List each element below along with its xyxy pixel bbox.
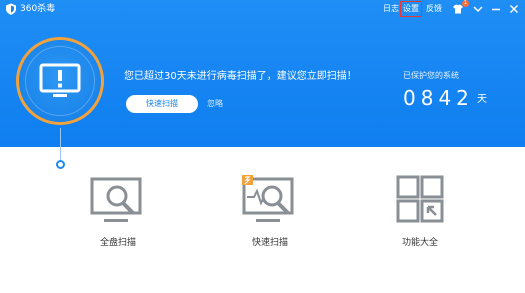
log-link[interactable]: 日志: [383, 3, 399, 15]
app-title: 360杀毒: [20, 4, 56, 14]
timeline-dot: [56, 160, 65, 169]
full-scan-tool[interactable]: 全盘扫描: [73, 175, 163, 255]
status-circle: [16, 37, 104, 125]
feedback-link[interactable]: 反馈: [426, 3, 442, 15]
quick-scan-icon: [242, 175, 294, 222]
full-scan-label: 全盘扫描: [99, 238, 136, 248]
shield-logo-icon: [6, 3, 16, 15]
protected-days-unit: 天: [477, 94, 487, 105]
header-banner: 360杀毒 日志 设置 反馈 1 您已超过30天未进行病毒扫描了，建议您立即扫描…: [0, 0, 525, 147]
dropdown-icon[interactable]: [472, 3, 484, 15]
minimize-icon[interactable]: [490, 3, 502, 15]
settings-link[interactable]: 设置: [400, 1, 422, 17]
notification-badge: 1: [462, 0, 469, 7]
quick-scan-button[interactable]: 快速扫描: [126, 95, 198, 113]
ignore-link[interactable]: 忽略: [207, 98, 223, 110]
quick-scan-tool[interactable]: 快速扫描: [225, 175, 315, 255]
full-scan-icon: [90, 177, 142, 222]
protected-label: 已保护您的系统: [403, 71, 459, 80]
all-functions-tool[interactable]: 功能大全: [375, 175, 465, 255]
all-functions-icon: [396, 175, 444, 223]
scan-warning-text: 您已超过30天未进行病毒扫描了，建议您立即扫描！: [124, 71, 357, 82]
protected-days-count: 0842: [403, 86, 474, 110]
close-icon[interactable]: [508, 3, 520, 15]
timeline-line: [60, 128, 61, 163]
all-functions-label: 功能大全: [401, 238, 438, 248]
quick-scan-label: 快速扫描: [251, 238, 288, 248]
title-bar: 360杀毒 日志 设置 反馈 1: [0, 0, 525, 18]
warning-monitor-icon: [39, 63, 81, 97]
